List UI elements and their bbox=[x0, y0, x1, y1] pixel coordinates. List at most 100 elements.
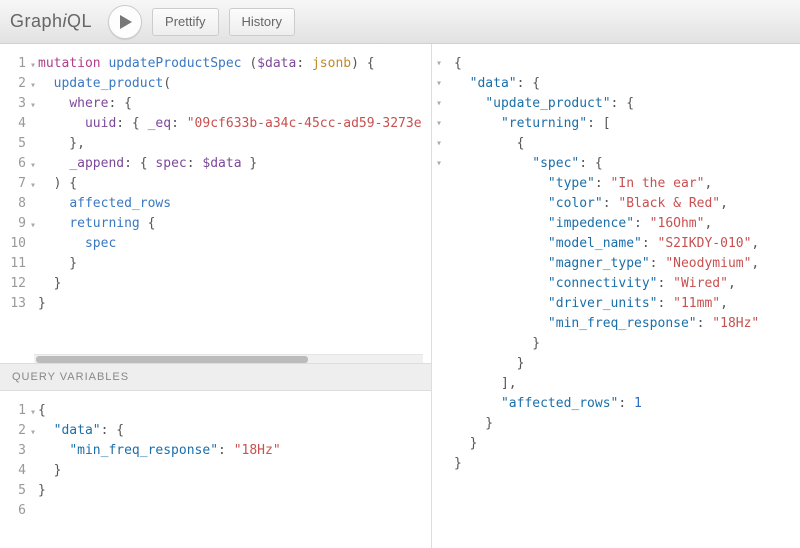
code-line: ], bbox=[454, 374, 792, 394]
line-number: 1 bbox=[0, 401, 30, 421]
code-line: } bbox=[38, 294, 431, 314]
code-line: } bbox=[454, 454, 792, 474]
code-line: "connectivity": "Wired", bbox=[454, 274, 792, 294]
line-number: 11 bbox=[0, 254, 30, 274]
result-code: { "data": { "update_product": { "returni… bbox=[446, 44, 800, 548]
execute-button[interactable] bbox=[108, 5, 142, 39]
fold-marker-icon bbox=[432, 194, 446, 214]
line-number: 4 bbox=[0, 461, 30, 481]
vars-code[interactable]: { "data": { "min_freq_response": "18Hz" … bbox=[32, 391, 431, 548]
line-number: 13 bbox=[0, 294, 30, 314]
fold-marker-icon bbox=[432, 274, 446, 294]
code-line: "type": "In the ear", bbox=[454, 174, 792, 194]
line-number: 6 bbox=[0, 154, 30, 174]
variables-editor[interactable]: 1▾2▾3456 { "data": { "min_freq_response"… bbox=[0, 391, 431, 548]
code-line: }, bbox=[38, 134, 431, 154]
code-line: _append: { spec: $data } bbox=[38, 154, 431, 174]
graphiql-logo: GraphiQL bbox=[10, 11, 98, 32]
code-line: } bbox=[454, 414, 792, 434]
code-line: } bbox=[38, 274, 431, 294]
code-line: } bbox=[38, 254, 431, 274]
code-line: mutation updateProductSpec ($data: jsonb… bbox=[38, 54, 431, 74]
fold-marker-icon[interactable]: ▾ bbox=[432, 54, 446, 74]
fold-marker-icon bbox=[432, 354, 446, 374]
code-line: "spec": { bbox=[454, 154, 792, 174]
fold-marker-icon[interactable]: ▾ bbox=[30, 403, 36, 423]
fold-marker-icon[interactable]: ▾ bbox=[432, 154, 446, 174]
code-line: "magner_type": "Neodymium", bbox=[454, 254, 792, 274]
main: 1▾2▾3▾456▾7▾89▾10111213 mutation updateP… bbox=[0, 44, 800, 548]
fold-marker-icon[interactable]: ▾ bbox=[30, 76, 36, 96]
code-line: where: { bbox=[38, 94, 431, 114]
code-line: { bbox=[38, 401, 431, 421]
query-hscrollbar[interactable] bbox=[34, 354, 423, 363]
result-panel: ▾▾▾▾▾▾ { "data": { "update_product": { "… bbox=[432, 44, 800, 548]
play-icon bbox=[120, 15, 132, 29]
code-line: affected_rows bbox=[38, 194, 431, 214]
prettify-button[interactable]: Prettify bbox=[152, 8, 218, 36]
history-button[interactable]: History bbox=[229, 8, 295, 36]
fold-marker-icon bbox=[432, 454, 446, 474]
code-line: "min_freq_response": "18Hz" bbox=[38, 441, 431, 461]
code-line: "returning": [ bbox=[454, 114, 792, 134]
fold-marker-icon[interactable]: ▾ bbox=[30, 96, 36, 116]
fold-marker-icon bbox=[432, 334, 446, 354]
editor-panel: 1▾2▾3▾456▾7▾89▾10111213 mutation updateP… bbox=[0, 44, 432, 548]
code-line: returning { bbox=[38, 214, 431, 234]
fold-marker-icon[interactable]: ▾ bbox=[432, 114, 446, 134]
fold-marker-icon[interactable]: ▾ bbox=[30, 156, 36, 176]
code-line: ) { bbox=[38, 174, 431, 194]
line-number: 2 bbox=[0, 74, 30, 94]
code-line: } bbox=[454, 334, 792, 354]
code-line: spec bbox=[38, 234, 431, 254]
fold-marker-icon bbox=[432, 234, 446, 254]
code-line: } bbox=[38, 481, 431, 501]
code-line: "affected_rows": 1 bbox=[454, 394, 792, 414]
fold-marker-icon bbox=[432, 294, 446, 314]
code-line: "min_freq_response": "18Hz" bbox=[454, 314, 792, 334]
code-line: } bbox=[454, 354, 792, 374]
fold-marker-icon[interactable]: ▾ bbox=[30, 176, 36, 196]
line-number: 12 bbox=[0, 274, 30, 294]
line-number: 10 bbox=[0, 234, 30, 254]
query-editor[interactable]: 1▾2▾3▾456▾7▾89▾10111213 mutation updateP… bbox=[0, 44, 431, 354]
fold-marker-icon bbox=[432, 374, 446, 394]
fold-marker-icon bbox=[432, 434, 446, 454]
line-number: 9 bbox=[0, 214, 30, 234]
fold-marker-icon[interactable]: ▾ bbox=[30, 423, 36, 443]
code-line: uuid: { _eq: "09cf633b-a34c-45cc-ad59-32… bbox=[38, 114, 431, 134]
code-line: "data": { bbox=[454, 74, 792, 94]
code-line: "impedence": "16Ohm", bbox=[454, 214, 792, 234]
fold-marker-icon bbox=[432, 414, 446, 434]
fold-marker-icon bbox=[432, 394, 446, 414]
toolbar: GraphiQL Prettify History bbox=[0, 0, 800, 44]
line-number: 8 bbox=[0, 194, 30, 214]
scrollbar-thumb[interactable] bbox=[36, 356, 308, 363]
query-variables-header[interactable]: Query Variables bbox=[0, 363, 431, 391]
line-number: 5 bbox=[0, 134, 30, 154]
code-line: "data": { bbox=[38, 421, 431, 441]
line-number: 1 bbox=[0, 54, 30, 74]
line-number: 6 bbox=[0, 501, 30, 521]
code-line: "update_product": { bbox=[454, 94, 792, 114]
fold-marker-icon bbox=[432, 214, 446, 234]
code-line bbox=[38, 501, 431, 521]
fold-marker-icon[interactable]: ▾ bbox=[432, 94, 446, 114]
code-line: { bbox=[454, 134, 792, 154]
query-code[interactable]: mutation updateProductSpec ($data: jsonb… bbox=[32, 44, 431, 354]
line-number: 4 bbox=[0, 114, 30, 134]
fold-marker-icon[interactable]: ▾ bbox=[432, 134, 446, 154]
line-number: 3 bbox=[0, 441, 30, 461]
code-line: "driver_units": "11mm", bbox=[454, 294, 792, 314]
code-line: "color": "Black & Red", bbox=[454, 194, 792, 214]
fold-marker-icon[interactable]: ▾ bbox=[30, 56, 36, 76]
fold-marker-icon[interactable]: ▾ bbox=[30, 216, 36, 236]
fold-marker-icon bbox=[432, 254, 446, 274]
code-line: "model_name": "S2IKDY-010", bbox=[454, 234, 792, 254]
line-number: 5 bbox=[0, 481, 30, 501]
fold-marker-icon bbox=[432, 314, 446, 334]
fold-marker-icon[interactable]: ▾ bbox=[432, 74, 446, 94]
code-line: update_product( bbox=[38, 74, 431, 94]
line-number: 3 bbox=[0, 94, 30, 114]
line-number: 7 bbox=[0, 174, 30, 194]
